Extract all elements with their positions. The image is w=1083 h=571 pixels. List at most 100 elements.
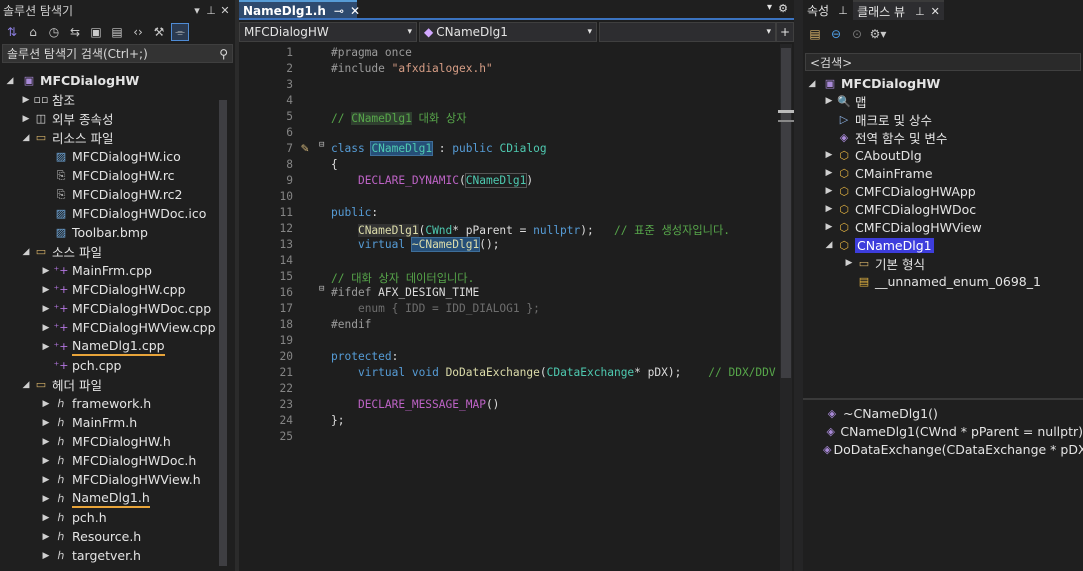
member-item[interactable]: ◈ CNameDlg1(CWnd * pParent = nullptr) (803, 422, 1083, 441)
back-icon[interactable]: ⊖ (827, 25, 845, 43)
expanded-arrow-icon[interactable]: ◢ (823, 240, 835, 250)
show-all-icon[interactable]: ▤ (108, 23, 126, 41)
tree-item[interactable]: ▨ MFCDialogHWDoc.ico (0, 204, 235, 223)
pin-icon[interactable]: ⊥ (915, 5, 925, 18)
code-line[interactable]: DECLARE_DYNAMIC(CNameDlg1) (331, 173, 533, 188)
tree-item[interactable]: ▶ ▫▫ 참조 (0, 90, 235, 109)
member-item[interactable]: ◈ ~CNameDlg1() (803, 404, 1083, 423)
collapsed-arrow-icon[interactable]: ▶ (40, 285, 52, 295)
tree-item[interactable]: ▶ ℎ Resource.h (0, 527, 235, 546)
collapsed-arrow-icon[interactable]: ▶ (20, 95, 32, 105)
collapsed-arrow-icon[interactable]: ▶ (823, 96, 835, 106)
tree-item[interactable]: ▶ ℎ targetver.h (0, 546, 235, 565)
collapsed-arrow-icon[interactable]: ▶ (20, 114, 32, 124)
quick-actions-icon[interactable]: ✎ (301, 141, 309, 156)
code-line[interactable]: // CNameDlg1 대화 상자 (331, 110, 467, 126)
split-icon[interactable]: + (776, 22, 794, 42)
code-line[interactable]: #pragma once (331, 46, 412, 59)
collapsed-arrow-icon[interactable]: ▶ (823, 168, 835, 178)
tree-item[interactable]: ◢ ▭ 헤더 파일 (0, 375, 235, 394)
close-icon[interactable]: ✕ (218, 4, 232, 17)
class-tree-item[interactable]: ▶ ⬡ CAboutDlg (803, 146, 1083, 164)
tree-item[interactable]: ▨ Toolbar.bmp (0, 223, 235, 242)
tree-item[interactable]: ▶ ℎ MFCDialogHWDoc.h (0, 451, 235, 470)
collapse-class-icon[interactable]: ⊟ (319, 140, 324, 150)
scope-combo[interactable]: MFCDialogHW ▾ (239, 22, 417, 42)
code-line[interactable]: #endif (331, 318, 371, 331)
code-line[interactable]: // 대화 상자 데이터입니다. (331, 270, 474, 286)
tree-item[interactable]: ▶ ◫ 외부 종속성 (0, 109, 235, 128)
code-line[interactable]: class CNameDlg1 : public CDialog (331, 141, 547, 156)
tree-item[interactable]: ▶ ℎ framework.h (0, 394, 235, 413)
vertical-scrollbar[interactable] (219, 100, 227, 566)
tree-item[interactable]: ▶ ℎ MFCDialogHW.h (0, 432, 235, 451)
collapse-icon[interactable]: ▣ (87, 23, 105, 41)
class-combo[interactable]: ◆ CNameDlg1 ▾ (419, 22, 597, 42)
code-line[interactable]: protected: (331, 350, 398, 363)
code-line[interactable]: enum { IDD = IDD_DIALOG1 }; (331, 302, 540, 315)
collapsed-arrow-icon[interactable]: ▶ (40, 418, 52, 428)
tree-item[interactable]: ⎘ MFCDialogHW.rc (0, 166, 235, 185)
code-area[interactable]: 1 2 3 4 5 6 7 8 9 10 11 12 13 14 15 16 17 18 19 20 21 22 23 24 2… (239, 44, 794, 571)
class-tree-item[interactable]: ▶ ⬡ CMFCDialogHWDoc (803, 200, 1083, 218)
collapsed-arrow-icon[interactable]: ▶ (40, 266, 52, 276)
home-icon[interactable]: ⌂ (24, 23, 42, 41)
expanded-arrow-icon[interactable]: ◢ (20, 133, 32, 143)
code-line[interactable]: public: (331, 206, 378, 219)
code-line[interactable]: virtual ~CNameDlg1(); (331, 237, 499, 252)
collapsed-arrow-icon[interactable]: ▶ (823, 186, 835, 196)
new-folder-icon[interactable]: ▤ (806, 25, 824, 43)
tree-item[interactable]: ▶ ⁺+ NameDlg1.cpp (0, 337, 235, 356)
tree-item[interactable]: ▶ ⁺+ MFCDialogHWView.cpp (0, 318, 235, 337)
tree-item[interactable]: ▶ ℎ pch.h (0, 508, 235, 527)
class-tree-item[interactable]: ▶ ⬡ CMFCDialogHWApp (803, 182, 1083, 200)
collapsed-arrow-icon[interactable]: ▶ (843, 258, 855, 268)
tab-pin-icon[interactable]: ⊸ (334, 4, 344, 18)
pin-icon[interactable]: ⊥ (833, 4, 853, 17)
collapsed-arrow-icon[interactable]: ▶ (40, 323, 52, 333)
code-line[interactable]: DECLARE_MESSAGE_MAP() (331, 398, 499, 411)
collapsed-arrow-icon[interactable]: ▶ (40, 494, 52, 504)
tree-item[interactable]: ▶ ℎ MainFrm.h (0, 413, 235, 432)
expanded-arrow-icon[interactable]: ◢ (20, 247, 32, 257)
forward-icon[interactable]: ⊙ (848, 25, 866, 43)
class-tree-item[interactable]: ▶ ▭ 기본 형식 (803, 254, 1083, 272)
tab-properties[interactable]: 속성 (803, 0, 833, 20)
code-icon[interactable]: ‹› (129, 23, 147, 41)
close-icon[interactable]: ✕ (931, 5, 940, 18)
code-line[interactable]: { (331, 158, 338, 171)
tree-item[interactable]: ◢ ▭ 리소스 파일 (0, 128, 235, 147)
member-item[interactable]: ◈ DoDataExchange(CDataExchange * pDX) (803, 440, 1083, 459)
code-line[interactable]: #ifdef AFX_DESIGN_TIME (331, 286, 479, 299)
collapsed-arrow-icon[interactable]: ▶ (823, 150, 835, 160)
tree-item[interactable]: ⎘ MFCDialogHW.rc2 (0, 185, 235, 204)
collapsed-arrow-icon[interactable]: ▶ (40, 532, 52, 542)
class-tree-item[interactable]: ▶ 🔍 맵 (803, 92, 1083, 110)
tree-item[interactable]: ▶ ℎ MFCDialogHWView.h (0, 470, 235, 489)
switch-views-icon[interactable]: ⇅ (3, 23, 21, 41)
editor-scrollbar[interactable] (778, 44, 794, 571)
settings-icon[interactable]: ⚙▾ (869, 25, 887, 43)
dropdown-icon[interactable]: ▾ (190, 4, 204, 17)
tab-class-view[interactable]: 클래스 뷰 ⊥ ✕ (853, 0, 944, 20)
class-tree-item[interactable]: ▶ ⬡ CMFCDialogHWView (803, 218, 1083, 236)
tree-item[interactable]: ▶ ⁺+ MFCDialogHWDoc.cpp (0, 299, 235, 318)
sync-icon[interactable]: ⇆ (66, 23, 84, 41)
class-tree-item[interactable]: ▤ __unnamed_enum_0698_1 (803, 272, 1083, 290)
collapsed-arrow-icon[interactable]: ▶ (40, 304, 52, 314)
collapsed-arrow-icon[interactable]: ▶ (823, 204, 835, 214)
preview-icon[interactable]: ⌯ (171, 23, 189, 41)
class-tree-item[interactable]: ◈ 전역 함수 및 변수 (803, 128, 1083, 146)
class-tree-project[interactable]: ◢ ▣ MFCDialogHW (803, 74, 1083, 93)
code-line[interactable]: #include "afxdialogex.h" (331, 62, 493, 75)
tab-close-icon[interactable]: ✕ (350, 4, 360, 18)
tree-item[interactable]: ◢ ▭ 소스 파일 (0, 242, 235, 261)
collapsed-arrow-icon[interactable]: ▶ (40, 475, 52, 485)
class-tree-item[interactable]: ▷ 매크로 및 상수 (803, 110, 1083, 128)
tab-list-icon[interactable]: ▾ (767, 2, 772, 13)
tree-item[interactable]: ▨ MFCDialogHW.ico (0, 147, 235, 166)
collapsed-arrow-icon[interactable]: ▶ (40, 399, 52, 409)
tree-item[interactable]: ▶ ℎ NameDlg1.h (0, 489, 235, 508)
history-icon[interactable]: ◷ (45, 23, 63, 41)
class-tree-item[interactable]: ▶ ⬡ CMainFrame (803, 164, 1083, 182)
